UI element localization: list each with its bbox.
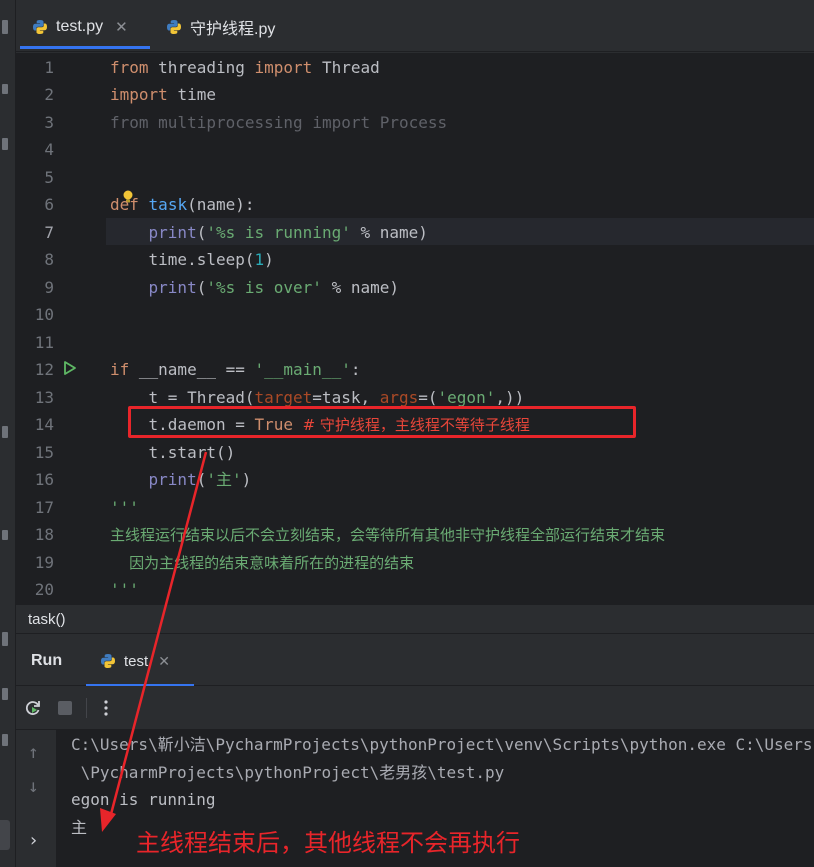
code-line-17: ''' — [110, 498, 139, 517]
line-number: 13 — [34, 388, 54, 407]
tab-test-py[interactable]: test.py ✕ — [32, 12, 128, 42]
code-line-3: from multiprocessing import Process — [110, 113, 448, 132]
run-panel-header: Run test ✕ — [16, 634, 814, 687]
python-console-icon[interactable] — [2, 530, 8, 540]
line-number: 12 — [34, 360, 54, 379]
line-number: 3 — [44, 113, 54, 132]
highlight-annotation-box — [128, 406, 636, 438]
close-icon[interactable]: ✕ — [158, 653, 170, 670]
code-line-8: time.sleep(1) — [148, 250, 274, 269]
active-tab-indicator — [20, 46, 150, 49]
line-number: 1 — [44, 58, 54, 77]
python-file-icon — [167, 20, 181, 34]
line-number: 5 — [44, 168, 54, 187]
console-side-toolbar: ↑ ↓ › — [16, 730, 56, 867]
code-line-1: from threading import Thread — [110, 58, 380, 77]
close-icon[interactable]: ✕ — [115, 18, 128, 36]
tool-window-strip — [0, 0, 16, 867]
tab-label: 守护线程.py — [190, 21, 276, 38]
bookmarks-icon[interactable] — [2, 426, 8, 438]
tab-label: test.py — [56, 18, 104, 35]
line-number: 6 — [44, 195, 54, 214]
code-line-15: t.start() — [148, 443, 236, 462]
line-number-gutter: 1 2 3 4 5 6 7 8 9 10 11 12 13 14 15 16 1… — [16, 53, 106, 604]
annotation-text: 主线程结束后，其他线程不会再执行 — [136, 830, 520, 857]
code-line-7: print('%s is running' % name) — [148, 223, 428, 242]
console-line: \PycharmProjects\pythonProject\老男孩\test.… — [71, 763, 505, 782]
code-line-19: 因为主线程的结束意味着所在的进程的结束 — [110, 554, 415, 572]
line-number: 18 — [34, 525, 54, 544]
breadcrumb[interactable]: task() — [16, 604, 814, 634]
line-number: 4 — [44, 140, 54, 159]
line-number: 7 — [44, 223, 54, 242]
run-tab-test[interactable]: test ✕ — [100, 649, 170, 673]
line-number: 8 — [44, 250, 54, 269]
code-line-18: 主线程运行结束以后不会立刻结束，会等待所有其他非守护线程全部运行结束才结束 — [110, 526, 666, 544]
python-file-icon — [33, 20, 47, 34]
code-line-12: if __name__ == '__main__': — [110, 360, 361, 379]
structure-icon[interactable] — [2, 138, 8, 150]
line-number: 14 — [34, 415, 54, 434]
code-line-2: import time — [110, 85, 216, 104]
services-icon[interactable] — [2, 734, 8, 746]
line-number: 15 — [34, 443, 54, 462]
terminal-icon[interactable] — [2, 632, 8, 646]
console-line: egon is running — [71, 790, 216, 809]
code-line-20: ''' — [110, 580, 139, 599]
commit-icon[interactable] — [2, 84, 8, 94]
run-panel-title: Run — [31, 652, 63, 669]
line-number: 17 — [34, 498, 54, 517]
line-number: 10 — [34, 305, 54, 324]
line-number: 16 — [34, 470, 54, 489]
scroll-down-icon[interactable]: ↓ — [28, 776, 39, 797]
toolbar-divider — [86, 698, 87, 718]
code-line-6: def task(name): — [110, 195, 255, 214]
console-line: C:\Users\靳小洁\PycharmProjects\pythonProje… — [71, 735, 813, 754]
line-number: 20 — [34, 580, 54, 599]
rerun-icon[interactable] — [23, 698, 43, 718]
code-line-16: print('主') — [148, 470, 252, 489]
python-file-icon — [101, 654, 115, 668]
run-tool-icon[interactable] — [0, 820, 10, 850]
scroll-up-icon[interactable]: ↑ — [28, 742, 39, 763]
run-toolbar — [16, 686, 814, 730]
code-line-9: print('%s is over' % name) — [148, 278, 400, 297]
code-editor[interactable]: 1 2 3 4 5 6 7 8 9 10 11 12 13 14 15 16 1… — [16, 53, 814, 604]
tab-daemon-thread-py[interactable]: 守护线程.py — [166, 12, 275, 42]
line-number: 9 — [44, 278, 54, 297]
run-gutter-icon[interactable] — [62, 360, 78, 376]
run-tab-label: test — [124, 652, 149, 670]
more-options-icon[interactable] — [96, 698, 116, 718]
console-line: 主 — [71, 818, 88, 837]
line-number: 2 — [44, 85, 54, 104]
code-line-13: t = Thread(target=task, args=('egon',)) — [148, 388, 525, 407]
line-number: 19 — [34, 553, 54, 572]
editor-tab-bar: test.py ✕ 守护线程.py — [16, 0, 814, 52]
stop-icon[interactable] — [55, 698, 75, 718]
expand-icon[interactable]: › — [28, 830, 39, 851]
line-number: 11 — [34, 333, 54, 352]
project-icon[interactable] — [2, 20, 8, 34]
problems-icon[interactable] — [2, 688, 8, 700]
breadcrumb-item[interactable]: task() — [28, 611, 66, 628]
